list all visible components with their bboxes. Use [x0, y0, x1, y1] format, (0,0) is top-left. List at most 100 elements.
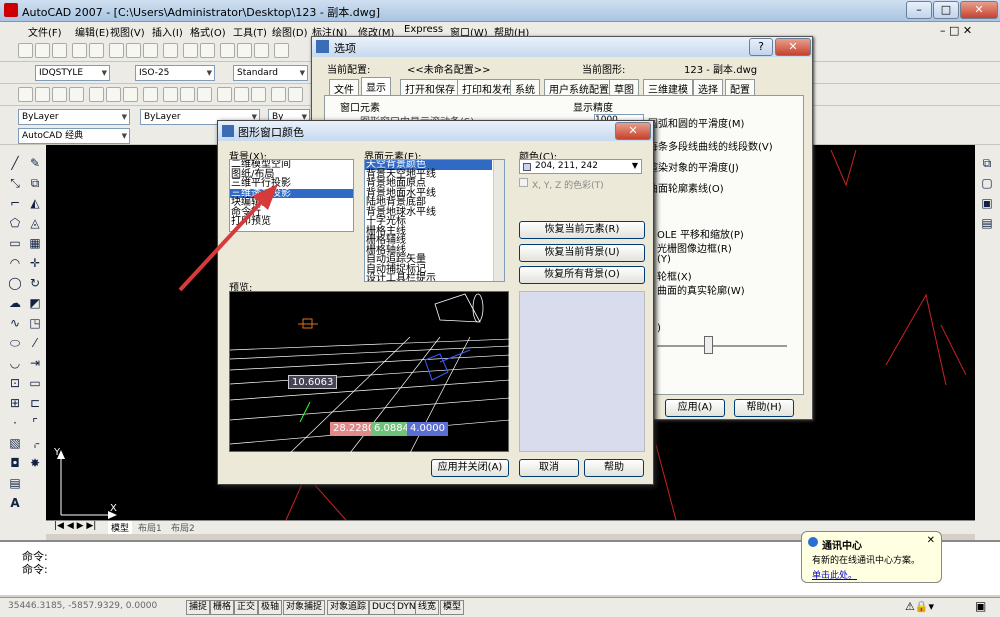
osnap-toggle[interactable]: 对象捕捉 [283, 600, 326, 615]
array-icon[interactable]: ▦ [27, 235, 43, 251]
region-icon[interactable]: ◘ [7, 455, 23, 471]
angular-icon[interactable] [143, 87, 158, 102]
layer-select[interactable]: ByLayer [18, 109, 130, 125]
tab-3d-modeling[interactable]: 三维建模 [643, 79, 693, 96]
center-mark-icon[interactable] [251, 87, 266, 102]
linear-dim-icon[interactable] [18, 87, 33, 102]
tab-system[interactable]: 系统 [510, 79, 540, 96]
radius-icon[interactable] [89, 87, 104, 102]
close-button[interactable]: ✕ [960, 1, 998, 19]
trim-icon[interactable]: ⁄ [27, 335, 43, 351]
insert-block-icon[interactable]: ⊡ [7, 375, 23, 391]
circle-icon[interactable]: ◯ [7, 275, 23, 291]
color-select[interactable]: 204, 211, 242 ▼ [519, 159, 642, 174]
element-list-scrollbar[interactable] [493, 160, 504, 281]
fillet-icon[interactable]: ⌌ [27, 435, 43, 451]
menu-tools[interactable]: 工具(T) [233, 24, 267, 39]
point-icon[interactable]: · [7, 415, 23, 431]
menu-view[interactable]: 视图(V) [110, 24, 145, 39]
ellipse-icon[interactable]: ⬭ [7, 335, 23, 351]
rotate-icon[interactable]: ↻ [27, 275, 43, 291]
workspace-select[interactable]: AutoCAD 经典 [18, 128, 130, 144]
polygon-icon[interactable]: ⬠ [7, 215, 23, 231]
ordinate-icon[interactable] [69, 87, 84, 102]
paste-icon[interactable] [143, 43, 158, 58]
table-style-select[interactable]: Standard [233, 65, 308, 81]
menu-file[interactable]: 文件(F) [28, 24, 62, 39]
save-icon[interactable] [52, 43, 67, 58]
cancel-button[interactable]: 取消 [519, 459, 579, 477]
tab-layout2[interactable]: 布局2 [171, 521, 195, 534]
offset-icon[interactable]: ◬ [27, 215, 43, 231]
model-toggle[interactable]: 模型 [440, 600, 465, 615]
zoom-icon[interactable] [237, 43, 252, 58]
interface-element-list[interactable]: 天空背景颜色 背景天空地平线 背景地面原点 背景地面水平线 陆地背景底部 背景地… [364, 159, 505, 282]
communication-center-balloon[interactable]: 通讯中心 ✕ 有新的在线通讯中心方案。 单击此处。 [801, 531, 942, 583]
restore-all-button[interactable]: 恢复所有背景(O) [519, 266, 645, 284]
new-icon[interactable] [18, 43, 33, 58]
table-icon[interactable]: ▤ [7, 475, 23, 491]
snap-toggle[interactable]: 捕捉 [186, 600, 211, 615]
mirror-icon[interactable]: ◭ [27, 195, 43, 211]
options-close-button[interactable]: ✕ [775, 38, 811, 56]
pan-icon[interactable] [220, 43, 235, 58]
lineweight-toggle[interactable]: 线宽 [415, 600, 440, 615]
element-item[interactable]: 设计工具栏提示 [365, 274, 504, 281]
options-help-button[interactable]: ? [749, 38, 773, 56]
tab-display[interactable]: 显示 [361, 77, 391, 95]
construction-line-icon[interactable]: ⤡ [7, 175, 23, 191]
otrack-toggle[interactable]: 对象追踪 [327, 600, 370, 615]
viewport-clip-icon[interactable]: ▤ [979, 215, 995, 231]
viewport-single-icon[interactable]: ▢ [979, 175, 995, 191]
polar-toggle[interactable]: 极轴 [258, 600, 283, 615]
dimtedit-icon[interactable] [288, 87, 303, 102]
menu-format[interactable]: 格式(O) [190, 24, 226, 39]
arc-icon[interactable]: ◠ [7, 255, 23, 271]
performance-item-3[interactable]: (Y) [657, 254, 671, 265]
color-dialog-close-button[interactable]: ✕ [615, 122, 651, 140]
erase-icon[interactable]: ✎ [27, 155, 43, 171]
grid-toggle[interactable]: 栅格 [210, 600, 235, 615]
ellipse-arc-icon[interactable]: ◡ [7, 355, 23, 371]
extend-icon[interactable]: ⇥ [27, 355, 43, 371]
menu-insert[interactable]: 插入(I) [152, 24, 183, 39]
menu-edit[interactable]: 编辑(E) [75, 24, 109, 39]
tab-selection[interactable]: 选择 [693, 79, 723, 96]
options-apply-button[interactable]: 应用(A) [665, 399, 725, 417]
zoom-previous-icon[interactable] [254, 43, 269, 58]
polyline-icon[interactable]: ⌐ [7, 195, 23, 211]
line-icon[interactable]: ╱ [7, 155, 23, 171]
tab-model[interactable]: 模型 [108, 521, 133, 534]
menu-draw[interactable]: 绘图(D) [272, 24, 308, 39]
arc-length-icon[interactable] [52, 87, 67, 102]
copy-icon[interactable] [126, 43, 141, 58]
performance-item-1[interactable]: OLE 平移和缩放(P) [657, 226, 744, 241]
restore-context-button[interactable]: 恢复当前背景(U) [519, 244, 645, 262]
tab-drafting[interactable]: 草图 [609, 79, 639, 96]
rectangle-icon[interactable]: ▭ [7, 235, 23, 251]
hatch-icon[interactable]: ▧ [7, 435, 23, 451]
copy-object-icon[interactable]: ⧉ [27, 175, 43, 191]
tab-files[interactable]: 文件 [329, 79, 359, 96]
balloon-link[interactable]: 单击此处。 [812, 568, 857, 581]
performance-item-4[interactable]: 轮框(X) [657, 268, 692, 283]
fade-slider-thumb[interactable] [704, 336, 713, 354]
diameter-icon[interactable] [123, 87, 138, 102]
match-properties-icon[interactable] [163, 43, 178, 58]
tab-layout1[interactable]: 布局1 [138, 521, 162, 534]
tab-profiles[interactable]: 配置 [725, 79, 755, 96]
redo-icon[interactable] [200, 43, 215, 58]
tab-user-prefs[interactable]: 用户系统配置 [544, 79, 614, 96]
break-icon[interactable]: ▭ [27, 375, 43, 391]
tab-nav-icon[interactable]: |◀ ◀ ▶ ▶| [54, 521, 96, 531]
options-help-btn[interactable]: 帮助(H) [734, 399, 794, 417]
scale-icon[interactable]: ◩ [27, 295, 43, 311]
tray-icons[interactable]: ⚠🔒▾ [905, 600, 934, 613]
make-block-icon[interactable]: ⊞ [7, 395, 23, 411]
menu-express[interactable]: Express [404, 24, 443, 35]
performance-item-5[interactable]: 曲面的真实轮廓(W) [657, 282, 745, 297]
viewport-icon[interactable]: ⧉ [979, 155, 995, 171]
move-icon[interactable]: ✛ [27, 255, 43, 271]
revcloud-icon[interactable]: ☁ [7, 295, 23, 311]
doc-window-controls[interactable]: – □ ✕ [940, 24, 972, 37]
